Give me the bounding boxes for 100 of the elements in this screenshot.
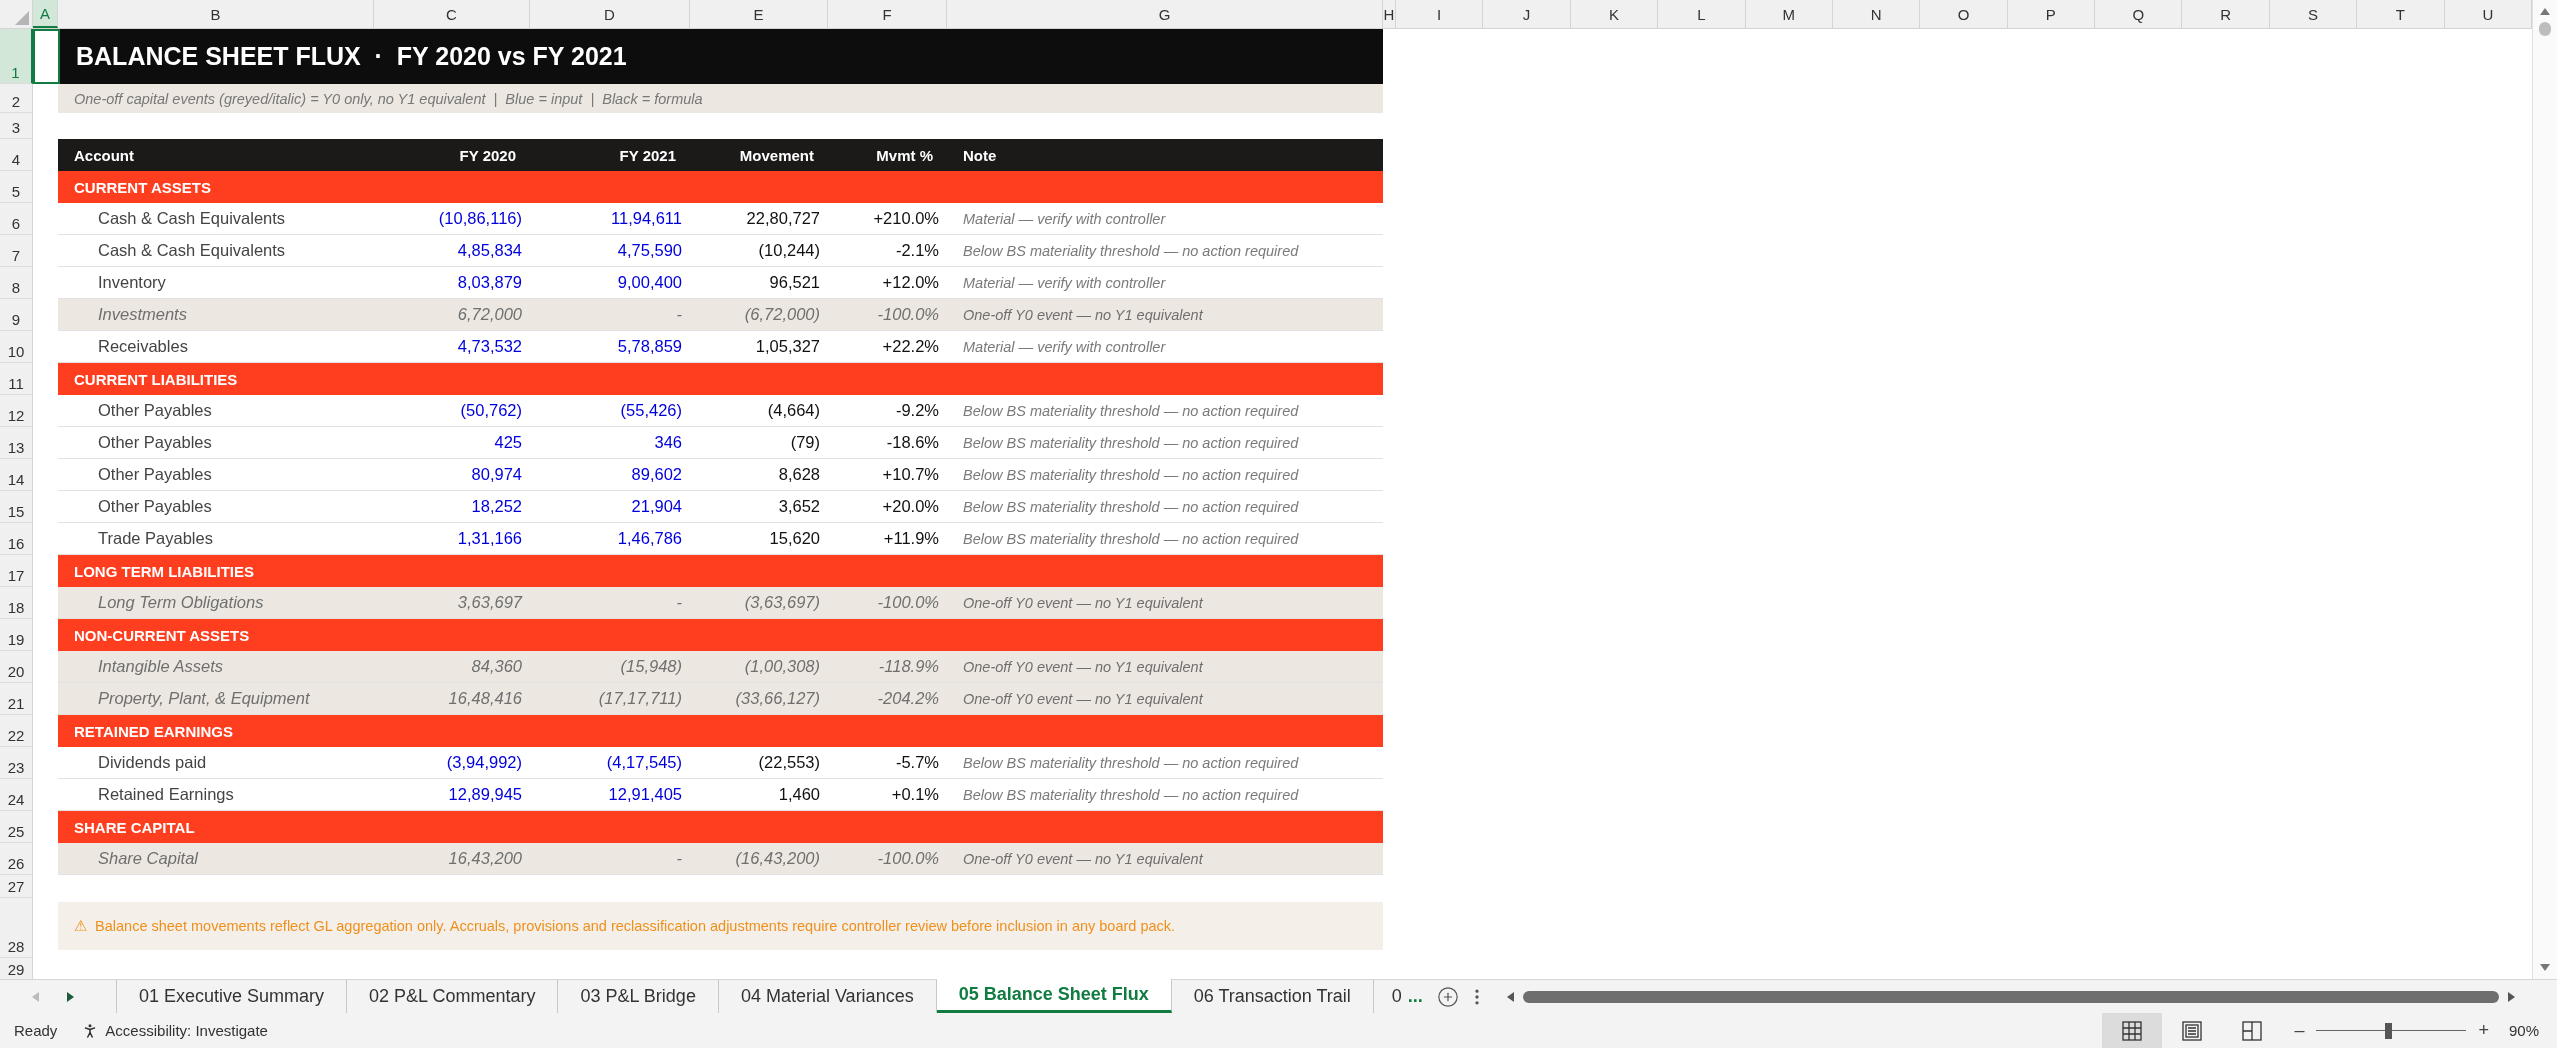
column-letter[interactable]: D [530, 0, 690, 28]
zoom-out-button[interactable]: – [2282, 1020, 2317, 1041]
scroll-down-icon[interactable] [2539, 961, 2551, 973]
row-number[interactable]: 12 [0, 395, 33, 427]
table-cell-text: Cash & Cash Equivalents [97, 241, 287, 260]
horizontal-scrollbar-thumb[interactable] [1522, 990, 2499, 1003]
sheet-title: BALANCE SHEET FLUX · FY 2020 vs FY 2021 [75, 42, 628, 71]
table-cell-text: Material — verify with controller [962, 338, 1167, 355]
table-cell-text: (10,244) [757, 241, 821, 260]
row-number[interactable]: 19 [0, 619, 33, 651]
row-number[interactable]: 16 [0, 523, 33, 555]
vertical-scrollbar[interactable] [2532, 0, 2557, 979]
sheet-tab[interactable]: 05 Balance Sheet Flux [936, 979, 1172, 1013]
column-letter[interactable]: F [828, 0, 947, 28]
zoom-in-button[interactable]: + [2466, 1020, 2501, 1041]
scroll-right-icon[interactable] [2505, 990, 2517, 1003]
row-number[interactable]: 18 [0, 587, 33, 619]
column-letter[interactable]: P [2007, 0, 2096, 28]
row-number[interactable]: 10 [0, 331, 33, 363]
scrollbar-thumb[interactable] [2539, 22, 2551, 36]
column-letter[interactable]: R [2182, 0, 2270, 28]
table-cell-text: +210.0% [872, 209, 940, 228]
column-letter[interactable]: B [58, 0, 374, 28]
zoom-slider[interactable] [2316, 1022, 2467, 1039]
column-letter[interactable]: G [947, 0, 1383, 28]
column-letter[interactable]: S [2269, 0, 2358, 28]
row-number[interactable]: 13 [0, 427, 33, 459]
table-cell-text: -5.7% [894, 753, 940, 772]
row-number[interactable]: 9 [0, 299, 33, 331]
table-cell-text: 5,78,859 [616, 337, 683, 356]
table-cell-text: +0.1% [890, 785, 940, 804]
table-cell-text: Below BS materiality threshold — no action required [962, 242, 1300, 259]
column-letter[interactable]: J [1483, 0, 1571, 28]
row-number[interactable]: 24 [0, 779, 33, 811]
column-letter[interactable]: T [2357, 0, 2445, 28]
zoom-slider-thumb[interactable] [2385, 1022, 2393, 1039]
row-number[interactable]: 21 [0, 683, 33, 715]
table-cell-text: -204.2% [876, 689, 940, 708]
column-letter[interactable]: N [1832, 0, 1921, 28]
column-letter[interactable]: M [1745, 0, 1833, 28]
table-cell-text: Below BS materiality threshold — no action required [962, 466, 1300, 483]
row-number[interactable]: 26 [0, 843, 33, 875]
table-cell-text: 4,73,532 [456, 337, 523, 356]
row-number[interactable]: 23 [0, 747, 33, 779]
row-number[interactable]: 22 [0, 715, 33, 747]
row-number[interactable]: 15 [0, 491, 33, 523]
legend-text: One-off capital events (greyed/italic) = Y0 only, no Y1 equivalent | Blue = input | Black = formula [73, 90, 704, 107]
table-cell-text: +22.2% [881, 337, 940, 356]
column-letter[interactable]: L [1658, 0, 1746, 28]
column-letter[interactable]: H [1383, 0, 1396, 28]
row-number[interactable]: 6 [0, 203, 33, 235]
column-header: FY 2020 [458, 146, 517, 164]
row-number[interactable]: 1 [0, 29, 33, 84]
row-number[interactable]: 29 [0, 958, 33, 979]
column-letter[interactable]: I [1396, 0, 1484, 28]
table-cell-text: 16,43,200 [447, 849, 523, 868]
active-cell[interactable] [33, 29, 60, 84]
column-header: Movement [738, 146, 815, 164]
row-number[interactable]: 8 [0, 267, 33, 299]
row-number[interactable]: 4 [0, 139, 33, 171]
section-header: RETAINED EARNINGS [73, 722, 234, 740]
table-cell-text: Below BS materiality threshold — no action required [962, 434, 1300, 451]
column-letter[interactable]: U [2444, 0, 2532, 28]
column-letter[interactable]: O [1920, 0, 2008, 28]
table-cell-text: -118.9% [877, 657, 940, 676]
column-header: FY 2021 [618, 146, 677, 164]
column-letter[interactable]: Q [2095, 0, 2183, 28]
row-number[interactable]: 28 [0, 898, 33, 958]
scroll-up-icon[interactable] [2539, 6, 2551, 18]
page-icon [2182, 1020, 2203, 1041]
sheet-tab[interactable]: 0 [1373, 980, 1402, 1013]
row-number[interactable]: 11 [0, 363, 33, 395]
accessibility-button[interactable]: Accessibility: Investigate [71, 1021, 278, 1040]
table-cell-text: Material — verify with controller [962, 210, 1167, 227]
row-number[interactable]: 20 [0, 651, 33, 683]
next-sheet-icon[interactable] [64, 990, 76, 1003]
table-cell-text: Below BS materiality threshold — no action required [962, 530, 1300, 547]
row-number[interactable]: 17 [0, 555, 33, 587]
table-cell-text: Investments [97, 305, 188, 324]
row-number[interactable]: 3 [0, 113, 33, 139]
column-letter[interactable]: K [1570, 0, 1659, 28]
page-break-icon [2242, 1020, 2263, 1041]
add-sheet-icon[interactable] [1436, 985, 1459, 1008]
table-cell-text: Intangible Assets [97, 657, 225, 676]
column-letter[interactable]: C [374, 0, 530, 28]
row-number[interactable]: 25 [0, 811, 33, 843]
row-number[interactable]: 27 [0, 875, 33, 898]
column-letter[interactable]: E [690, 0, 828, 28]
more-sheets-button[interactable]: ... [1401, 980, 1433, 1013]
row-number[interactable]: 7 [0, 235, 33, 267]
row-number[interactable]: 14 [0, 459, 33, 491]
triangle-icon [15, 11, 29, 25]
column-letter[interactable]: A [33, 0, 58, 28]
table-cell-text: 84,360 [470, 657, 523, 676]
row-number[interactable]: 5 [0, 171, 33, 203]
table-cell-text: Dividends paid [97, 753, 208, 772]
view-button[interactable] [2102, 1013, 2163, 1048]
table-cell-text: One-off Y0 event — no Y1 equivalent [962, 850, 1205, 867]
row-number[interactable]: 2 [0, 84, 33, 113]
table-cell-text: (33,66,127) [734, 689, 821, 708]
